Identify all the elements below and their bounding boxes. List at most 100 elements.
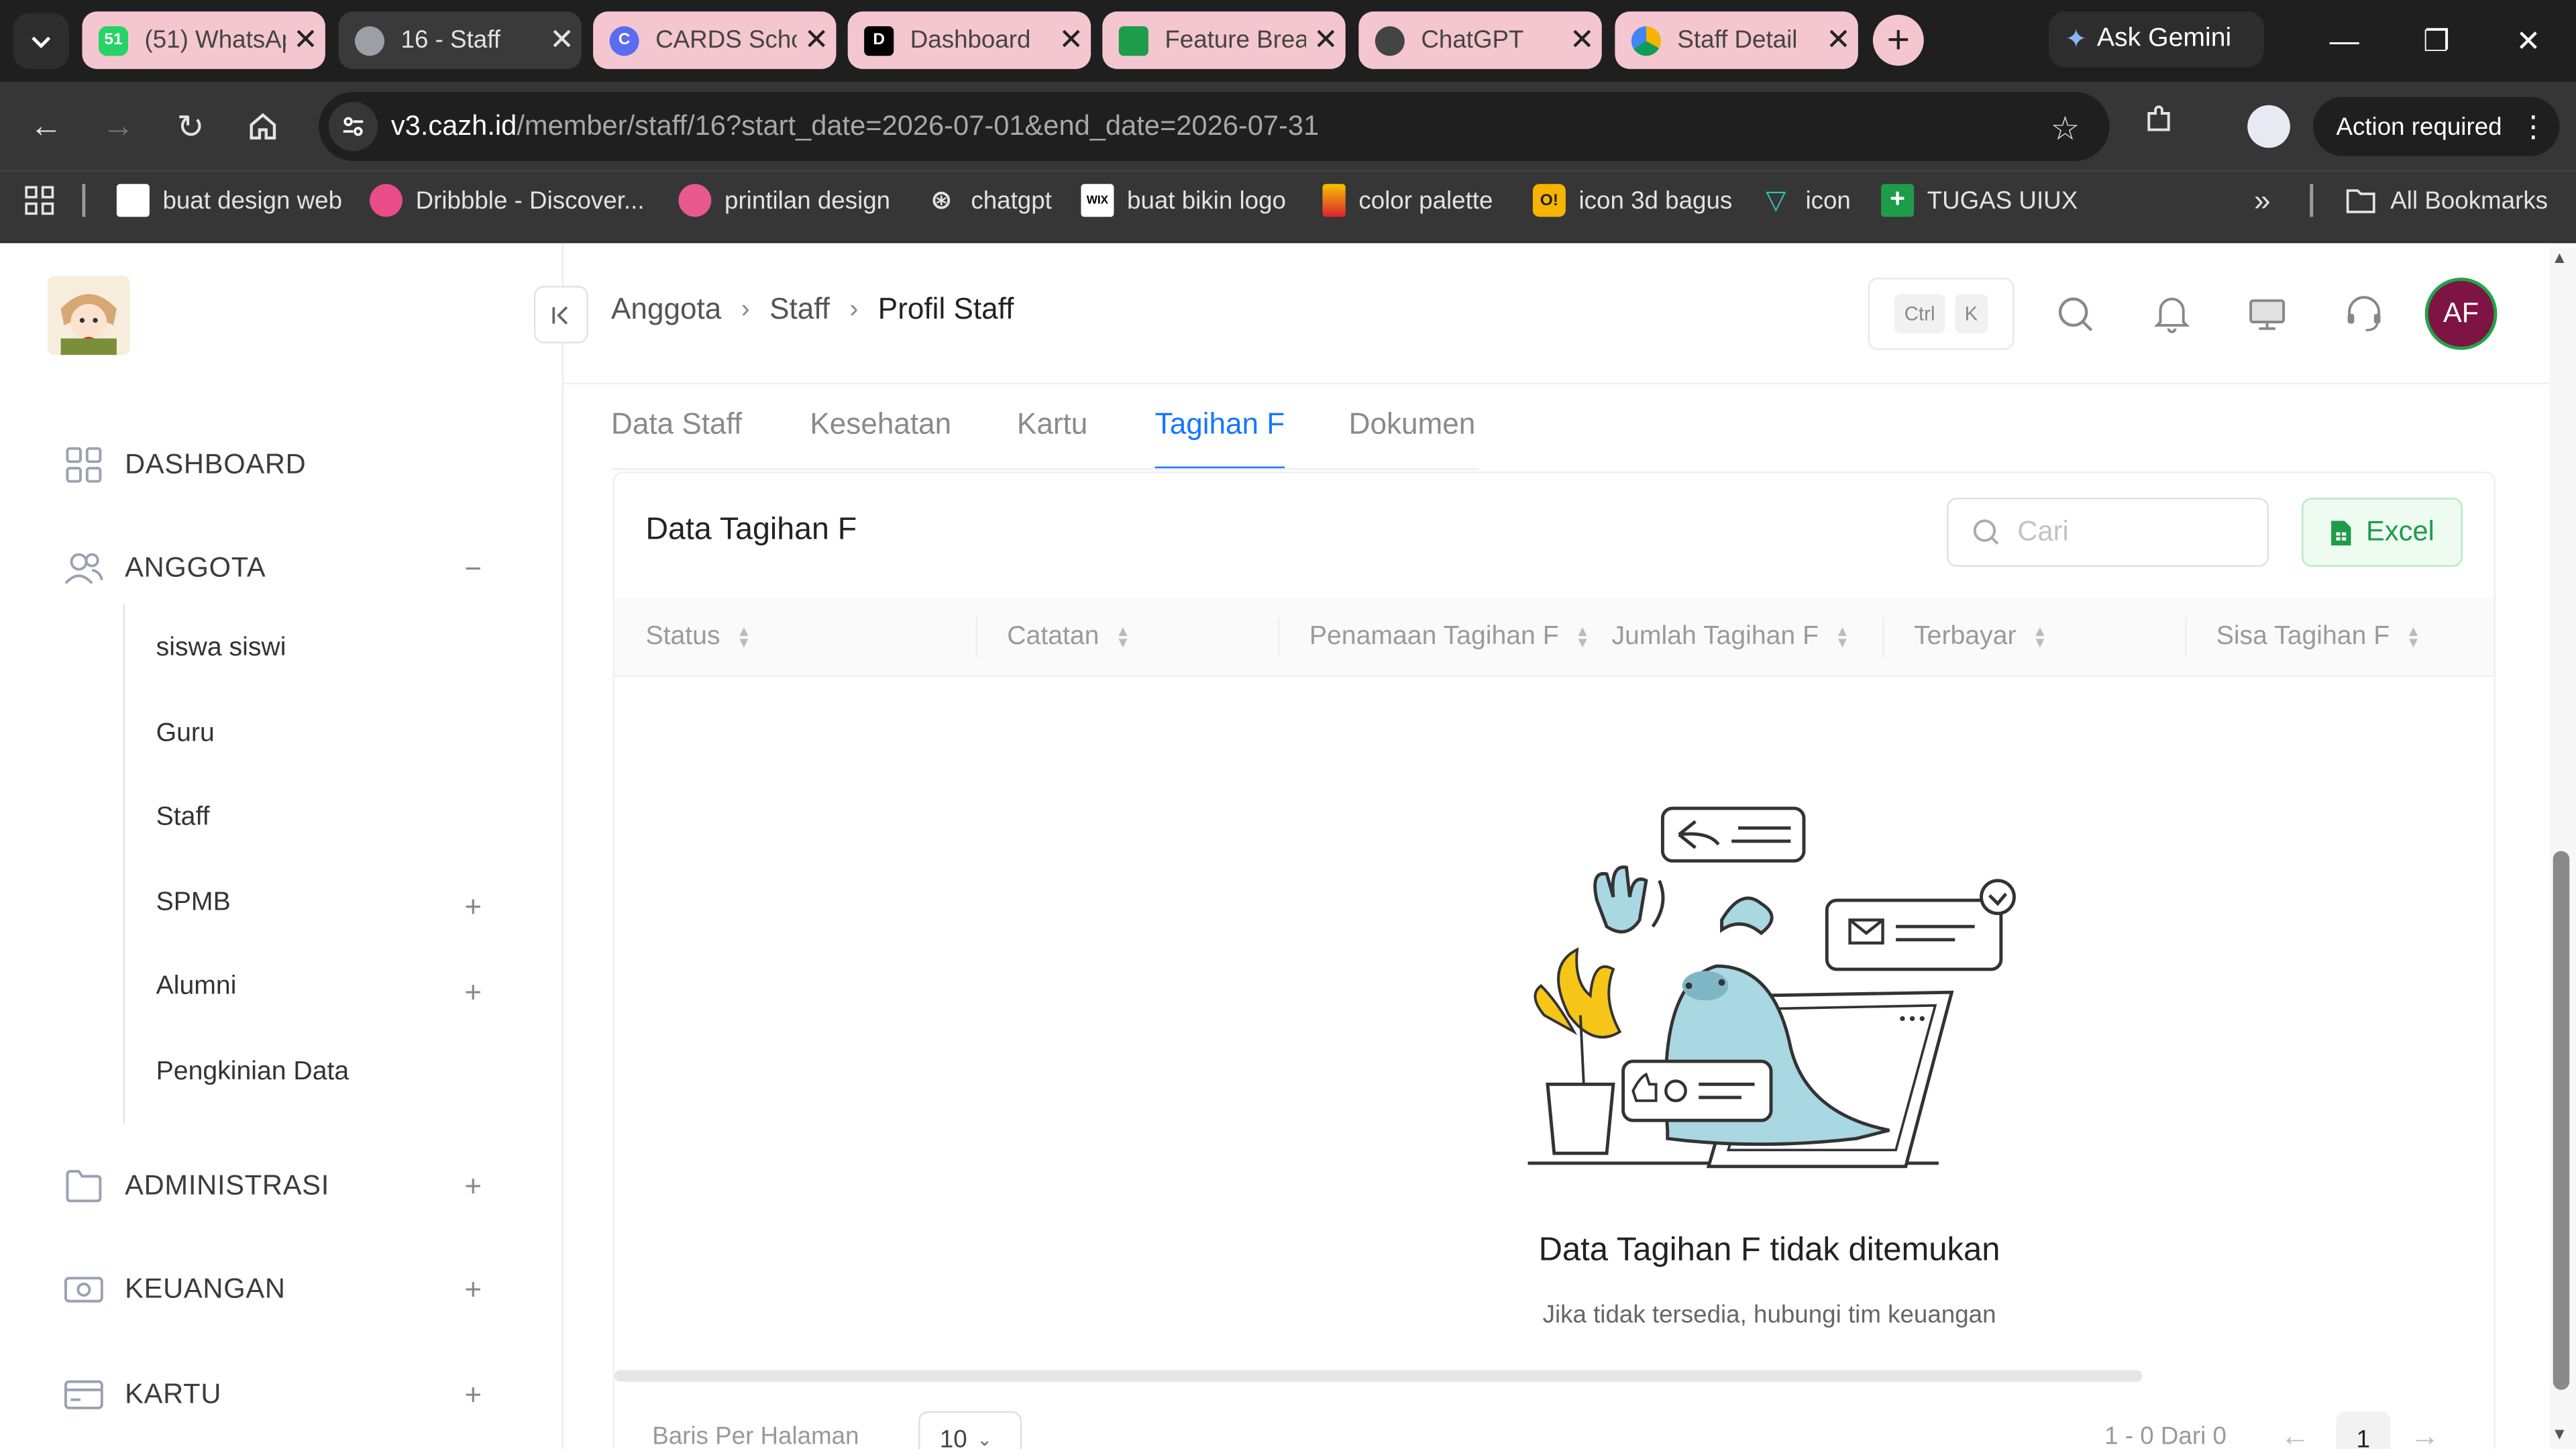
bookmark-item[interactable]: WIX buat bikin logo (1081, 171, 1286, 230)
nav-kartu[interactable]: KARTU (62, 1372, 221, 1418)
home-button[interactable] (240, 103, 286, 150)
arrow-left-icon: ← (30, 107, 63, 144)
address-bar[interactable]: v3.cazh.id/member/staff/16?start_date=20… (319, 92, 2110, 162)
close-icon[interactable]: ✕ (1562, 23, 1602, 57)
prev-page-icon[interactable]: ← (2280, 1419, 2310, 1449)
sidebar-item-staff[interactable]: Staff (156, 804, 210, 843)
bookmark-item[interactable]: color palette (1322, 171, 1493, 230)
profile-avatar-icon[interactable] (2247, 105, 2290, 148)
pagination-range: 1 - 0 Dari 0 (2104, 1422, 2226, 1449)
tab-kesehatan[interactable]: Kesehatan (810, 407, 951, 470)
tab-kartu[interactable]: Kartu (1017, 407, 1087, 470)
browser-tab-strip: 51 (51) WhatsApp ✕ 16 - Staff ✕ C CARDS … (0, 0, 2576, 83)
page-scrollbar-thumb[interactable] (2553, 851, 2570, 1390)
tab-data-staff[interactable]: Data Staff (611, 407, 742, 470)
close-icon[interactable]: ✕ (1051, 23, 1091, 57)
next-page-icon[interactable]: → (2410, 1419, 2440, 1449)
page-number-current[interactable]: 1 (2336, 1411, 2391, 1449)
excel-export-button[interactable]: Excel (2302, 498, 2463, 567)
browser-tab-dashboard[interactable]: D Dashboard ✕ (847, 11, 1091, 69)
search-field[interactable] (1947, 498, 2269, 567)
ask-gemini-button[interactable]: ✦ Ask Gemini (2048, 11, 2264, 68)
school-logo[interactable] (48, 276, 130, 355)
expand-administrasi-icon[interactable]: + (460, 1171, 486, 1201)
browser-tab-whatsapp[interactable]: 51 (51) WhatsApp ✕ (82, 11, 325, 69)
bookmark-item[interactable]: ▽ icon (1760, 171, 1851, 230)
breadcrumb-staff[interactable]: Staff (769, 292, 830, 327)
tab-tagihan-f[interactable]: Tagihan F (1155, 407, 1285, 470)
bell-icon[interactable] (2151, 292, 2194, 335)
close-icon[interactable]: ✕ (797, 23, 837, 57)
search-icon[interactable] (2053, 292, 2096, 335)
bookmark-item[interactable]: Dribbble - Discover... (370, 171, 645, 230)
column-sisa[interactable]: Sisa Tagihan F ▲ ▼ (2216, 598, 2421, 677)
back-button[interactable]: ← (23, 103, 69, 150)
collapse-anggota-icon[interactable]: − (460, 553, 486, 583)
expand-keuangan-icon[interactable]: + (460, 1275, 486, 1304)
column-catatan[interactable]: Catatan ▲ ▼ (1007, 598, 1130, 677)
scroll-down-icon[interactable]: ▼ (2551, 1426, 2567, 1444)
sidebar-item-spmb[interactable]: SPMB (156, 889, 231, 928)
browser-tab-chatgpt[interactable]: ChatGPT ✕ (1358, 11, 1602, 69)
search-input[interactable] (2017, 515, 2231, 549)
expand-alumni-icon[interactable]: + (460, 977, 486, 1007)
bookmark-label: TUGAS UIUX (1927, 186, 2078, 215)
nav-anggota[interactable]: ANGGOTA (62, 545, 266, 592)
browser-tab-cards[interactable]: C CARDS School ✕ (593, 11, 837, 69)
forward-button[interactable]: → (95, 103, 142, 150)
bookmark-item[interactable]: printilan design (678, 171, 890, 230)
breadcrumb-anggota[interactable]: Anggota (611, 292, 721, 327)
rows-per-page-select[interactable]: 10 ⌄ (918, 1411, 1022, 1449)
sidebar-item-siswa[interactable]: siswa siswi (156, 634, 286, 674)
collapse-sidebar-button[interactable] (533, 286, 588, 343)
column-jumlah[interactable]: Jumlah Tagihan F ▲ ▼ (1611, 598, 1849, 677)
scroll-up-icon[interactable]: ▲ (2551, 250, 2567, 268)
bookmark-star-icon[interactable]: ☆ (2051, 109, 2080, 150)
reload-button[interactable]: ↻ (168, 103, 214, 150)
command-palette-button[interactable]: Ctrl K (1868, 277, 2015, 350)
folder-icon (66, 1170, 102, 1203)
restore-button[interactable]: ❐ (2390, 0, 2482, 82)
browser-tab-feature[interactable]: Feature Breakdown ✕ (1102, 11, 1346, 69)
action-required-button[interactable]: Action required ⋮ (2313, 97, 2560, 156)
headset-icon[interactable] (2343, 292, 2385, 335)
bookmark-item[interactable]: ⊛ chatgpt (925, 171, 1052, 230)
monitor-icon[interactable] (2246, 292, 2289, 335)
sidebar-item-guru[interactable]: Guru (156, 720, 215, 759)
nav-administrasi[interactable]: ADMINISTRASI (62, 1163, 329, 1210)
close-icon[interactable]: ✕ (542, 23, 582, 57)
user-avatar[interactable]: AF (2424, 277, 2498, 350)
sidebar-item-alumni[interactable]: Alumni (156, 973, 237, 1012)
close-icon[interactable]: ✕ (286, 23, 325, 57)
extensions-puzzle-icon[interactable] (2142, 103, 2175, 146)
horizontal-scrollbar[interactable] (614, 1370, 2143, 1382)
bookmark-label: buat design web (162, 186, 343, 215)
close-icon[interactable]: ✕ (1306, 23, 1346, 57)
reload-icon: ↻ (176, 109, 205, 146)
all-bookmarks-button[interactable]: All Bookmarks (2345, 171, 2548, 230)
nav-keuangan[interactable]: KEUANGAN (62, 1267, 286, 1313)
apps-button[interactable] (23, 171, 56, 230)
bookmark-item[interactable]: buat design web (116, 171, 343, 230)
expand-kartu-icon[interactable]: + (460, 1380, 486, 1409)
expand-spmb-icon[interactable]: + (460, 892, 486, 922)
sidebar-item-pengkinian-data[interactable]: Pengkinian Data (156, 1058, 350, 1097)
close-window-button[interactable]: ✕ (2482, 0, 2574, 82)
site-info-button[interactable] (328, 101, 378, 152)
minimize-button[interactable]: — (2298, 0, 2390, 82)
column-status[interactable]: Status ▲ ▼ (645, 598, 751, 677)
bookmark-item[interactable]: O! icon 3d bagus (1532, 171, 1732, 230)
column-penamaan[interactable]: Penamaan Tagihan F ▲ ▼ (1309, 598, 1590, 677)
browser-tab-staff[interactable]: 16 - Staff ✕ (338, 11, 582, 69)
new-tab-button[interactable]: + (1872, 15, 1924, 66)
nav-label: DASHBOARD (125, 448, 307, 480)
column-terbayar[interactable]: Terbayar ▲ ▼ (1914, 598, 2047, 677)
tab-dokumen[interactable]: Dokumen (1349, 407, 1476, 470)
close-icon[interactable]: ✕ (1819, 23, 1858, 57)
browser-tab-staff-detail[interactable]: Staff Detail ✕ (1615, 11, 1858, 69)
bookmarks-overflow-button[interactable]: » (2254, 171, 2271, 230)
tab-search-button[interactable] (13, 13, 69, 69)
column-label: Catatan (1007, 623, 1099, 651)
bookmark-item[interactable]: + TUGAS UIUX (1881, 171, 2078, 230)
nav-dashboard[interactable]: DASHBOARD (62, 442, 306, 488)
